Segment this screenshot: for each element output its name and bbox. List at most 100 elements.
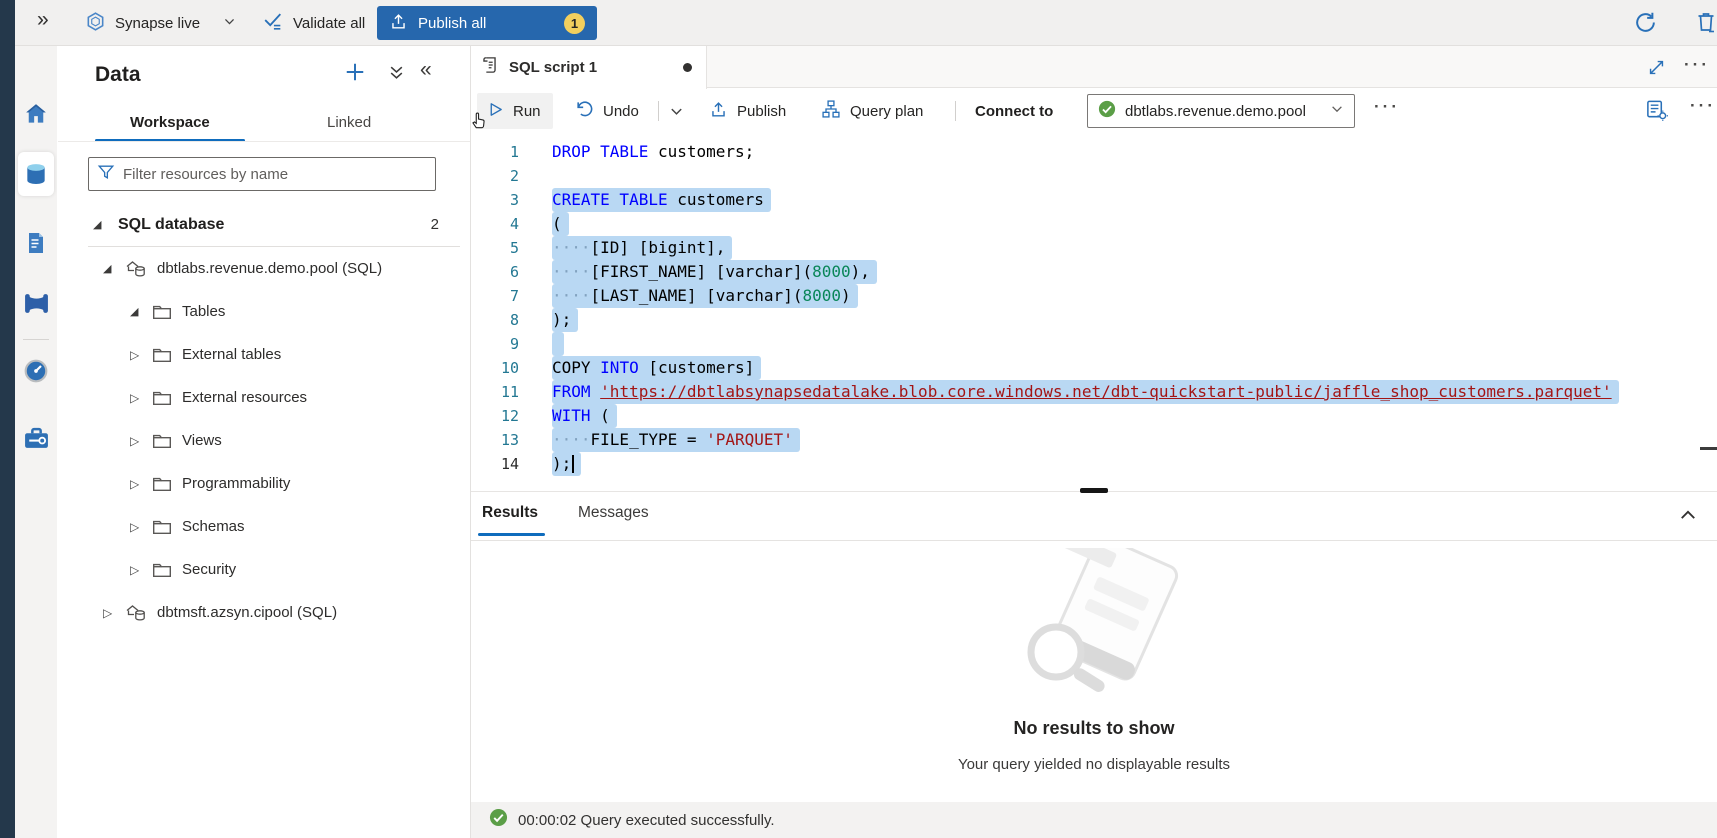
tree-root-sql-database[interactable]: ◢ SQL database 2 [57,203,471,246]
line-number[interactable]: 8 [471,308,533,332]
connected-check-icon [1098,100,1116,122]
tab-sql-script-1[interactable]: SQL script 1 [471,46,707,89]
tree-item-tables[interactable]: ◢Tables [57,290,471,333]
undo-button[interactable]: Undo [574,88,639,134]
chevron-down-icon [223,15,236,32]
code-line-3[interactable]: 3CREATE TABLE customers [471,188,1717,212]
code-line-content: WITH ( [552,404,617,428]
collapse-panel-icon[interactable]: « [420,58,432,82]
tree-item-label: dbtmsft.azsyn.cipool (SQL) [157,604,337,621]
line-number[interactable]: 12 [471,404,533,428]
collapse-results-chevron-icon[interactable] [1678,505,1698,530]
left-nav-rail [15,46,57,838]
nav-home[interactable] [15,92,57,136]
tab-results[interactable]: Results [482,504,538,522]
tree-item-label: Security [182,561,236,578]
expand-twisty-icon[interactable]: ▷ [103,606,117,620]
tab-workspace[interactable]: Workspace [130,114,210,131]
discard-trash-icon[interactable] [1694,10,1717,39]
tree-item-label: External resources [182,389,307,406]
code-line-content: FROM 'https://dbtlabsynapsedatalake.blob… [552,380,1619,404]
line-number[interactable]: 14 [471,452,533,476]
collapse-twisty-icon[interactable]: ◢ [103,262,117,275]
line-number[interactable]: 9 [471,332,533,356]
publish-button[interactable]: Publish [709,88,786,134]
nav-data[interactable] [18,152,54,196]
code-editor[interactable]: 1DROP TABLE customers;23CREATE TABLE cus… [471,140,1717,476]
collapse-twisty-icon[interactable]: ◢ [93,218,107,231]
line-number[interactable]: 2 [471,164,533,188]
nav-develop[interactable] [15,221,57,265]
refresh-icon[interactable] [1633,10,1658,40]
toolbar-divider [658,101,659,121]
code-line-content: ····[ID] [bigint], [552,236,732,260]
toolbar-far-more-icon[interactable]: ··· [1690,96,1716,116]
code-line-2[interactable]: 2 [471,164,1717,188]
validate-check-icon [262,10,284,36]
code-line-1[interactable]: 1DROP TABLE customers; [471,140,1717,164]
line-number[interactable]: 6 [471,260,533,284]
tab-messages[interactable]: Messages [578,504,649,522]
expand-twisty-icon[interactable]: ▷ [130,391,144,405]
code-line-14[interactable]: 14); [471,452,1717,476]
unsaved-dot [683,63,692,72]
expand-editor-icon[interactable] [1647,58,1666,82]
line-number[interactable]: 5 [471,236,533,260]
tree-item-external-resources[interactable]: ▷ External resources [57,376,471,419]
collapse-twisty-icon[interactable]: ◢ [130,305,144,318]
code-line-4[interactable]: 4( [471,212,1717,236]
toolbar-more-icon[interactable]: ··· [1374,97,1400,117]
tree-item-dbtlabs-revenue-demo-pool-sql[interactable]: ◢dbtlabs.revenue.demo.pool (SQL) [57,247,471,290]
status-bar: 00:00:02 Query executed successfully. [471,802,1717,838]
query-plan-button[interactable]: Query plan [821,88,923,134]
undo-redo-dropdown[interactable] [669,88,684,134]
editor-more-icon[interactable]: ··· [1684,55,1710,75]
validate-all-button[interactable]: Validate all [262,0,365,46]
expand-twisty-icon[interactable]: ▷ [130,563,144,577]
code-line-12[interactable]: 12 WITH ( [471,404,1717,428]
upload-icon [389,12,408,35]
line-number[interactable]: 4 [471,212,533,236]
nav-monitor[interactable] [15,349,57,393]
tab-linked[interactable]: Linked [327,114,371,131]
line-number[interactable]: 13 [471,428,533,452]
tree-item-external-tables[interactable]: ▷External tables [57,333,471,376]
tree-item-programmability[interactable]: ▷Programmability [57,462,471,505]
line-number[interactable]: 1 [471,140,533,164]
tree-item-dbtmsft-azsyn-cipool-sql[interactable]: ▷ dbtmsft.azsyn.cipool (SQL) [57,591,471,634]
line-number[interactable]: 3 [471,188,533,212]
collapse-all-icon[interactable] [388,64,405,86]
connect-pool-dropdown[interactable]: dbtlabs.revenue.demo.pool [1087,94,1355,128]
mode-switcher[interactable]: Synapse live [85,0,236,46]
add-resource-icon[interactable] [344,61,366,88]
nav-manage[interactable] [15,416,57,460]
filter-resources-input[interactable] [123,166,427,183]
results-tab-underline [478,533,545,536]
line-number[interactable]: 7 [471,284,533,308]
sql-pool-icon [125,603,147,622]
expand-twisty-icon[interactable]: ▷ [130,477,144,491]
expand-twisty-icon[interactable]: ▷ [130,520,144,534]
code-line-8[interactable]: 8); [471,308,1717,332]
line-number[interactable]: 11 [471,380,533,404]
code-line-5[interactable]: 5 ····[ID] [bigint], [471,236,1717,260]
line-number[interactable]: 10 [471,356,533,380]
publish-all-button[interactable]: Publish all 1 [377,6,597,40]
left-edge-strip [0,0,15,838]
code-line-9[interactable]: 9 [471,332,1717,356]
properties-icon[interactable] [1645,98,1668,126]
code-line-6[interactable]: 6····[FIRST_NAME] [varchar](8000), [471,260,1717,284]
expand-twisty-icon[interactable]: ▷ [130,348,144,362]
tree-item-schemas[interactable]: ▷Schemas [57,505,471,548]
code-line-13[interactable]: 13····FILE_TYPE = 'PARQUET' [471,428,1717,452]
expand-menu-icon[interactable]: » [37,8,49,32]
code-line-11[interactable]: 11 FROM 'https://dbtlabsynapsedatalake.bl… [471,380,1717,404]
tree-item-views[interactable]: ▷Views [57,419,471,462]
text-cursor [572,455,574,473]
expand-twisty-icon[interactable]: ▷ [130,434,144,448]
tree-item-security[interactable]: ▷ Security [57,548,471,591]
pane-resize-handle[interactable] [1080,488,1108,493]
code-line-7[interactable]: 7····[LAST_NAME] [varchar](8000) [471,284,1717,308]
code-line-10[interactable]: 10COPY INTO [customers] [471,356,1717,380]
nav-integrate[interactable] [15,281,57,325]
